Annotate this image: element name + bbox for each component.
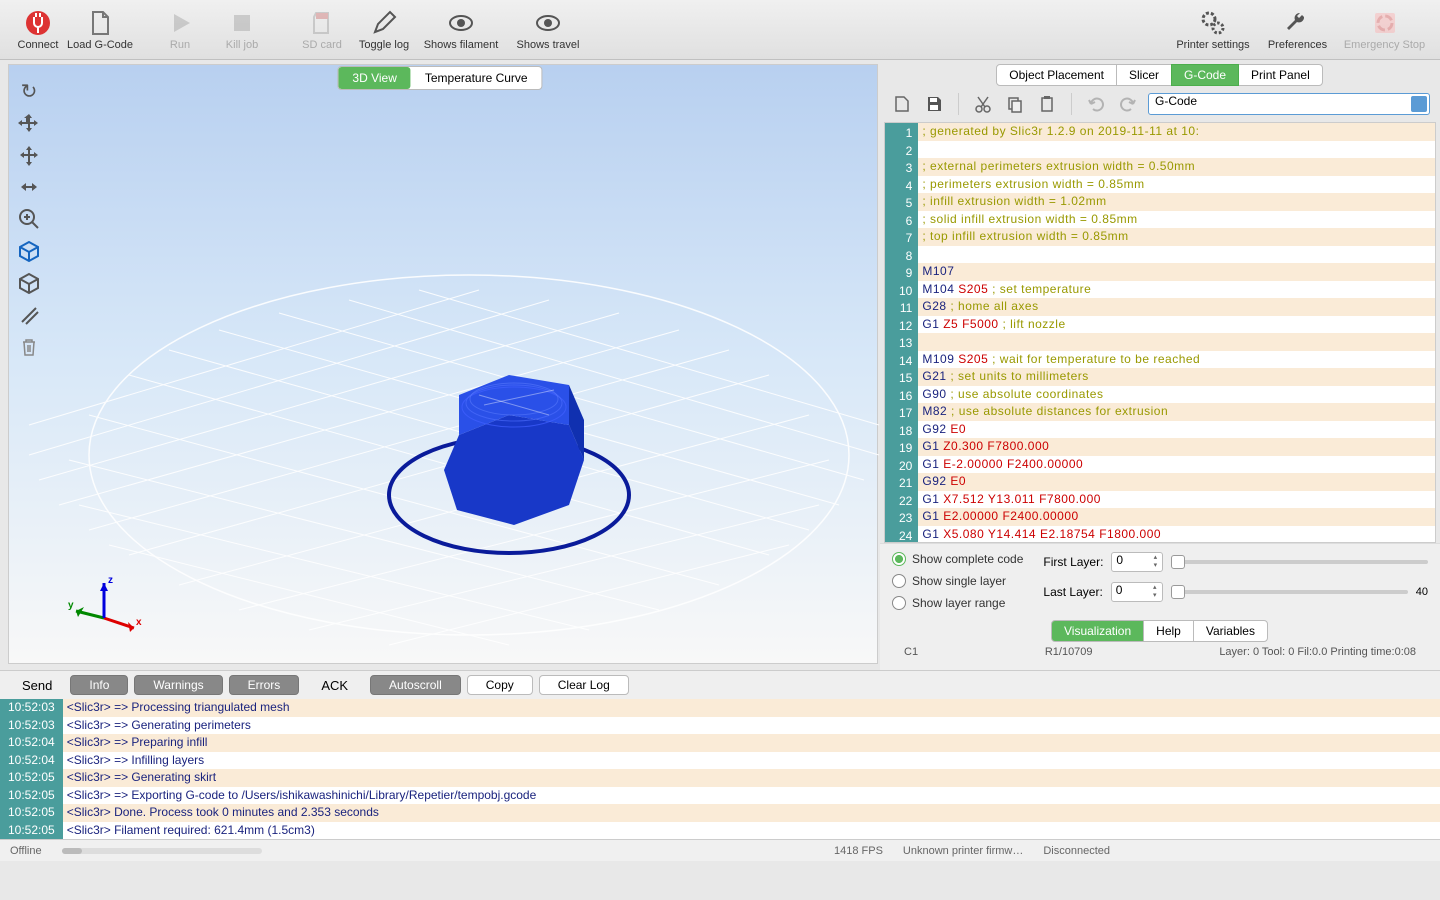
viewport-panel: 3D View Temperature Curve ↻ [0, 60, 880, 670]
emergency-stop-button[interactable]: Emergency Stop [1337, 2, 1432, 57]
shows-filament-button[interactable]: Shows filament [416, 2, 506, 57]
tab-temperature-curve[interactable]: Temperature Curve [411, 67, 542, 89]
toggle-log-button[interactable]: Toggle log [354, 2, 414, 57]
shows-travel-label: Shows travel [517, 39, 580, 51]
last-layer-label: Last Layer: [1043, 585, 1102, 599]
load-gcode-button[interactable]: Load G-Code [70, 2, 130, 57]
status-connection: Disconnected [1043, 845, 1110, 857]
run-label: Run [170, 39, 190, 51]
tab-3d-view[interactable]: 3D View [338, 67, 410, 89]
status-offline: Offline [10, 845, 42, 857]
right-panel: Object Placement Slicer G-Code Print Pan… [880, 60, 1440, 670]
wrench-icon [1284, 9, 1312, 37]
main-toolbar: Connect Load G-Code Run Kill job SD card… [0, 0, 1440, 60]
sd-card-button[interactable]: SD card [292, 2, 352, 57]
copy-icon[interactable] [1003, 92, 1027, 116]
tab-variables[interactable]: Variables [1193, 620, 1268, 642]
statusbar: Offline 1418 FPS Unknown printer firmw… … [0, 839, 1440, 861]
errors-filter-button[interactable]: Errors [229, 675, 300, 695]
visualization-controls: Show complete code Show single layer Sho… [880, 543, 1440, 670]
svg-text:x: x [136, 617, 142, 628]
toggle-log-label: Toggle log [359, 39, 409, 51]
axis-gizmo-icon: x y z [64, 573, 144, 643]
layer-info: Layer: 0 Tool: 0 Fil:0.0 Printing time:0… [1219, 646, 1416, 658]
first-layer-slider[interactable] [1171, 560, 1428, 564]
tab-gcode[interactable]: G-Code [1171, 64, 1239, 86]
first-layer-input[interactable]: 0▴▾ [1111, 552, 1163, 572]
emergency-stop-label: Emergency Stop [1344, 39, 1425, 51]
load-gcode-label: Load G-Code [67, 39, 133, 51]
status-progress [62, 848, 262, 854]
last-layer-input[interactable]: 0▴▾ [1111, 582, 1163, 602]
tab-help[interactable]: Help [1143, 620, 1194, 642]
tab-print-panel[interactable]: Print Panel [1238, 64, 1323, 86]
document-icon [86, 9, 114, 37]
viewport-tabs: 3D View Temperature Curve [337, 66, 542, 90]
log-console[interactable]: 10:52:03<Slic3r> => Processing triangula… [0, 699, 1440, 839]
clear-log-button[interactable]: Clear Log [539, 675, 629, 695]
pencil-icon [370, 9, 398, 37]
info-filter-button[interactable]: Info [70, 675, 128, 695]
eye-icon [534, 9, 562, 37]
undo-icon[interactable] [1084, 92, 1108, 116]
svg-text:y: y [68, 600, 74, 611]
max-layer-label: 40 [1416, 586, 1428, 598]
autoscroll-button[interactable]: Autoscroll [370, 675, 461, 695]
paste-icon[interactable] [1035, 92, 1059, 116]
sd-card-icon [308, 9, 336, 37]
play-icon [166, 9, 194, 37]
tab-slicer[interactable]: Slicer [1116, 64, 1172, 86]
shows-travel-button[interactable]: Shows travel [508, 2, 588, 57]
run-button[interactable]: Run [150, 2, 210, 57]
status-fps: 1418 FPS [834, 845, 883, 857]
plug-icon [24, 9, 52, 37]
status-firmware: Unknown printer firmw… [903, 845, 1023, 857]
gcode-toolbar: G-Code [880, 86, 1440, 122]
preferences-label: Preferences [1268, 39, 1327, 51]
send-label[interactable]: Send [10, 678, 64, 693]
gcode-editor[interactable]: 123456789101112131415161718192021222324 … [884, 122, 1436, 543]
sd-card-label: SD card [302, 39, 342, 51]
redo-icon[interactable] [1116, 92, 1140, 116]
first-layer-label: First Layer: [1043, 555, 1103, 569]
warnings-filter-button[interactable]: Warnings [134, 675, 222, 695]
show-range-radio[interactable]: Show layer range [892, 596, 1023, 610]
printer-settings-button[interactable]: Printer settings [1168, 2, 1258, 57]
copy-button[interactable]: Copy [467, 675, 533, 695]
new-file-icon[interactable] [890, 92, 914, 116]
ack-label[interactable]: ACK [305, 678, 364, 693]
show-single-radio[interactable]: Show single layer [892, 574, 1023, 588]
kill-job-button[interactable]: Kill job [212, 2, 272, 57]
tab-visualization[interactable]: Visualization [1051, 620, 1144, 642]
shows-filament-label: Shows filament [424, 39, 499, 51]
tab-object-placement[interactable]: Object Placement [996, 64, 1117, 86]
right-tabs: Object Placement Slicer G-Code Print Pan… [880, 64, 1440, 86]
eye-icon [447, 9, 475, 37]
3d-viewport[interactable]: ↻ [8, 64, 878, 664]
preferences-button[interactable]: Preferences [1260, 2, 1335, 57]
r1-info: R1/10709 [1045, 646, 1093, 658]
save-icon[interactable] [922, 92, 946, 116]
stop-icon [228, 9, 256, 37]
gears-icon [1199, 9, 1227, 37]
console-bar: Send Info Warnings Errors ACK Autoscroll… [0, 670, 1440, 699]
gcode-type-select[interactable]: G-Code [1148, 93, 1430, 115]
connect-label: Connect [18, 39, 59, 51]
printer-settings-label: Printer settings [1176, 39, 1249, 51]
kill-job-label: Kill job [226, 39, 258, 51]
show-complete-radio[interactable]: Show complete code [892, 552, 1023, 566]
c1-info: C1 [904, 646, 918, 658]
svg-text:z: z [108, 575, 113, 586]
emergency-icon [1371, 9, 1399, 37]
cut-icon[interactable] [971, 92, 995, 116]
last-layer-slider[interactable] [1171, 590, 1408, 594]
connect-button[interactable]: Connect [8, 2, 68, 57]
